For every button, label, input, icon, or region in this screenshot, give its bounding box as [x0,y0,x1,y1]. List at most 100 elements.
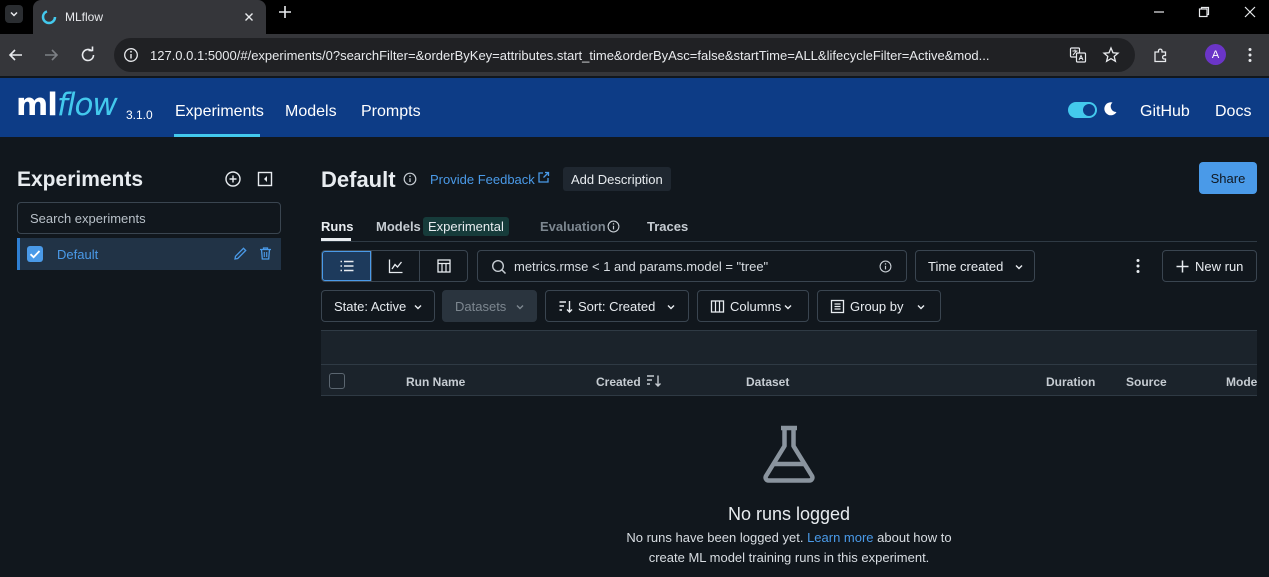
group-by-label: Group by [850,299,904,314]
search-icon [491,259,507,275]
docs-link[interactable]: Docs [1215,103,1251,121]
provide-feedback-link[interactable]: Provide Feedback [430,172,535,187]
add-experiment-icon[interactable] [224,170,242,188]
empty-state-title: No runs logged [727,504,851,524]
browser-toolbar: 127.0.0.1:5000/#/experiments/0?searchFil… [0,34,1269,76]
edit-pencil-icon[interactable] [233,246,248,261]
columns-icon [710,300,725,313]
browser-tab[interactable]: MLflow [33,0,266,34]
sidebar-item-default[interactable]: Default [17,238,281,270]
chevron-down-icon [1015,265,1023,270]
search-experiments-input[interactable] [17,202,281,234]
forward-arrow-icon[interactable] [41,45,61,65]
chevron-down-icon [784,305,792,310]
datasets-filter-label: Datasets [455,299,507,314]
back-arrow-icon[interactable] [6,45,26,65]
column-duration[interactable]: Duration [1046,375,1095,389]
chevron-down-icon [516,305,524,310]
columns-select[interactable]: Columns [697,290,809,322]
window-close-button[interactable] [1238,2,1262,22]
column-mode[interactable]: Mode [1226,375,1257,389]
datasets-filter-select[interactable]: Datasets [442,290,537,322]
line-chart-icon [388,259,403,274]
chevron-down-icon [414,305,422,310]
info-icon[interactable] [607,220,620,233]
columns-label: Columns [730,299,782,314]
empty-text-before: No runs have been logged yet. [626,530,808,545]
column-created[interactable]: Created [596,375,641,389]
group-by-icon [830,299,845,314]
runs-search-box [477,250,907,282]
share-button[interactable]: Share [1199,162,1257,194]
site-info-icon[interactable] [123,47,139,63]
learn-more-link[interactable]: Learn more [807,530,873,545]
sort-label: Sort: Created [578,299,656,314]
nav-models[interactable]: Models [285,103,337,121]
more-options-icon[interactable] [1130,257,1146,275]
collapse-sidebar-icon[interactable] [256,170,274,188]
tab-runs[interactable]: Runs [321,219,354,234]
experiment-checkbox[interactable] [27,246,43,262]
column-source[interactable]: Source [1126,375,1167,389]
grid-table-icon [437,259,451,273]
restore-button[interactable] [1192,2,1216,22]
list-icon [340,260,353,272]
chart-view-button[interactable] [371,251,420,281]
bookmark-star-icon[interactable] [1102,46,1120,64]
select-all-checkbox[interactable] [329,373,345,389]
time-created-select[interactable]: Time created [915,250,1035,282]
close-icon[interactable] [241,9,257,25]
sort-icon [559,301,573,313]
mlflow-logo[interactable]: mlflow [16,87,118,123]
tab-search-button[interactable] [5,5,23,23]
sort-select[interactable]: Sort: Created [545,290,689,322]
url-text[interactable]: 127.0.0.1:5000/#/experiments/0?searchFil… [150,48,1070,63]
address-bar[interactable]: 127.0.0.1:5000/#/experiments/0?searchFil… [114,38,1135,72]
info-icon[interactable] [403,172,417,186]
state-filter-select[interactable]: State: Active [321,290,435,322]
logo-flow-text: flow [56,87,118,123]
sidebar-item-label: Default [57,247,99,262]
github-link[interactable]: GitHub [1140,103,1190,121]
reload-icon[interactable] [78,45,98,65]
chevron-down-icon [667,305,675,310]
empty-state-text: No runs have been logged yet. Learn more… [621,528,957,568]
toggle-knob [1083,104,1095,116]
external-link-icon[interactable] [537,171,550,184]
profile-avatar[interactable]: A [1205,44,1226,65]
column-dataset[interactable]: Dataset [746,375,789,389]
tabs-divider [321,241,1257,242]
tab-models[interactable]: Models [376,219,421,234]
artifact-view-button[interactable] [419,251,468,281]
sort-descending-icon[interactable] [646,374,662,388]
translate-icon[interactable] [1069,46,1087,64]
tab-traces[interactable]: Traces [647,219,688,234]
version-label: 3.1.0 [126,108,153,122]
browser-tab-strip: MLflow [0,0,1269,34]
nav-active-indicator [174,134,260,137]
tab-evaluation[interactable]: Evaluation [540,219,606,234]
chevron-down-icon [917,305,925,310]
state-filter-label: State: Active [334,299,407,314]
group-by-select[interactable]: Group by [817,290,941,322]
add-description-button[interactable]: Add Description [563,167,671,191]
nav-prompts[interactable]: Prompts [361,103,421,121]
chevron-down-icon [10,11,18,17]
minimize-button[interactable] [1147,2,1171,22]
experimental-badge: Experimental [423,217,509,236]
table-view-button[interactable] [322,251,371,281]
runs-search-input[interactable] [514,255,864,277]
new-run-button[interactable]: New run [1162,250,1257,282]
sidebar-title: Experiments [17,168,144,191]
delete-trash-icon[interactable] [258,246,273,261]
new-tab-plus-icon[interactable] [276,3,294,21]
info-icon[interactable] [879,260,892,273]
column-run-name[interactable]: Run Name [406,375,465,389]
extensions-puzzle-icon[interactable] [1152,46,1170,64]
nav-experiments[interactable]: Experiments [175,103,264,121]
dark-mode-toggle[interactable] [1068,102,1097,118]
plus-icon [1176,260,1189,273]
table-group-header [321,330,1257,364]
browser-menu-icon[interactable] [1242,46,1258,64]
beaker-icon [763,425,815,483]
